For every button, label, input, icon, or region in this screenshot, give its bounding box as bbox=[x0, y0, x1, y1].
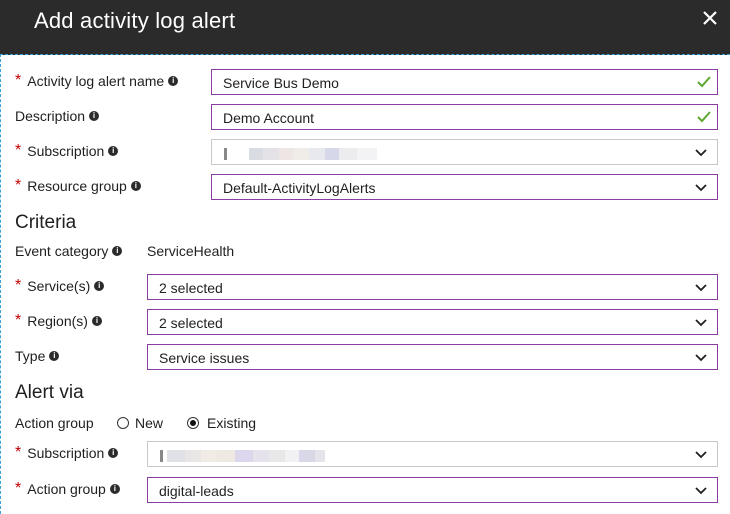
resource-group-label: Resource group bbox=[27, 178, 127, 194]
alert-via-heading: Alert via bbox=[15, 382, 84, 403]
action-group-choice-label: Action group bbox=[15, 415, 94, 431]
info-icon[interactable]: i bbox=[109, 484, 120, 494]
regions-value: 2 selected bbox=[159, 315, 223, 331]
event-category-label: Event category bbox=[15, 243, 109, 259]
required-asterisk: * bbox=[15, 277, 22, 294]
alert-subscription-select[interactable] bbox=[147, 441, 718, 467]
alert-name-input[interactable]: Service Bus Demo bbox=[211, 69, 718, 95]
alert-subscription-label-group: * Subscription i bbox=[15, 444, 119, 461]
redacted-value bbox=[224, 148, 377, 160]
alert-name-label-group: * Activity log alert name i bbox=[15, 72, 179, 89]
type-label: Type bbox=[15, 348, 46, 364]
info-icon[interactable]: i bbox=[49, 351, 60, 361]
info-icon[interactable]: i bbox=[108, 146, 119, 156]
description-row: Description i Demo Account bbox=[0, 104, 730, 132]
chevron-down-icon bbox=[695, 451, 707, 459]
action-group-choice-row: Action group New Existing bbox=[0, 411, 730, 439]
action-group-label: Action group bbox=[27, 481, 106, 497]
description-input[interactable]: Demo Account bbox=[211, 104, 718, 130]
services-value: 2 selected bbox=[159, 280, 223, 296]
services-row: * Service(s) i 2 selected bbox=[0, 274, 730, 302]
required-asterisk: * bbox=[15, 444, 22, 461]
subscription-row: * Subscription i bbox=[0, 139, 730, 167]
info-icon[interactable]: i bbox=[108, 448, 119, 458]
info-icon[interactable]: i bbox=[91, 316, 102, 326]
required-asterisk: * bbox=[15, 480, 22, 497]
required-asterisk: * bbox=[15, 72, 22, 89]
blade-title: Add activity log alert bbox=[34, 8, 236, 33]
chevron-down-icon bbox=[695, 149, 707, 157]
radio-new-label: New bbox=[135, 415, 164, 431]
info-icon[interactable]: i bbox=[112, 246, 123, 256]
subscription-label-group: * Subscription i bbox=[15, 142, 119, 159]
close-icon[interactable] bbox=[702, 10, 718, 26]
resource-group-row: * Resource group i Default-ActivityLogAl… bbox=[0, 174, 730, 202]
alert-subscription-label: Subscription bbox=[27, 445, 105, 461]
services-label: Service(s) bbox=[27, 278, 91, 294]
services-label-group: * Service(s) i bbox=[15, 277, 105, 294]
info-icon[interactable]: i bbox=[94, 281, 105, 291]
chevron-down-icon bbox=[695, 354, 707, 362]
resource-group-value: Default-ActivityLogAlerts bbox=[223, 180, 376, 196]
chevron-down-icon bbox=[695, 284, 707, 292]
resource-group-label-group: * Resource group i bbox=[15, 178, 141, 194]
subscription-select[interactable] bbox=[211, 139, 718, 165]
event-category-row: Event category i ServiceHealth bbox=[0, 239, 730, 267]
chevron-down-icon bbox=[695, 184, 707, 192]
type-select[interactable]: Service issues bbox=[147, 344, 718, 370]
description-label-group: Description i bbox=[15, 108, 100, 124]
alert-subscription-row: * Subscription i bbox=[0, 441, 730, 469]
description-label: Description bbox=[15, 108, 86, 124]
action-group-value: digital-leads bbox=[159, 483, 234, 499]
regions-label: Region(s) bbox=[27, 313, 88, 329]
type-label-group: Type i bbox=[15, 348, 60, 364]
required-asterisk: * bbox=[15, 177, 22, 194]
radio-new-button[interactable] bbox=[117, 417, 129, 429]
subscription-label: Subscription bbox=[27, 143, 105, 159]
alert-name-row: * Activity log alert name i Service Bus … bbox=[0, 69, 730, 97]
regions-label-group: * Region(s) i bbox=[15, 313, 102, 329]
info-icon[interactable]: i bbox=[168, 76, 179, 86]
regions-select[interactable]: 2 selected bbox=[147, 309, 718, 335]
type-row: Type i Service issues bbox=[0, 344, 730, 372]
radio-existing-button[interactable] bbox=[187, 417, 199, 429]
regions-row: * Region(s) i 2 selected bbox=[0, 309, 730, 337]
event-category-value: ServiceHealth bbox=[147, 243, 235, 259]
chevron-down-icon bbox=[695, 319, 707, 327]
services-select[interactable]: 2 selected bbox=[147, 274, 718, 300]
radio-new[interactable]: New bbox=[117, 415, 163, 431]
action-group-label-group: * Action group i bbox=[15, 481, 120, 497]
chevron-down-icon bbox=[695, 487, 707, 495]
action-group-choice-label-group: Action group bbox=[15, 415, 94, 431]
radio-existing-label: Existing bbox=[207, 415, 257, 431]
resource-group-select[interactable]: Default-ActivityLogAlerts bbox=[211, 174, 718, 200]
criteria-heading: Criteria bbox=[15, 212, 77, 233]
type-value: Service issues bbox=[159, 350, 250, 366]
description-value: Demo Account bbox=[223, 110, 315, 126]
required-asterisk: * bbox=[15, 312, 22, 329]
info-icon[interactable]: i bbox=[89, 111, 100, 121]
checkmark-icon bbox=[697, 111, 711, 123]
redacted-value bbox=[160, 450, 325, 462]
action-group-select[interactable]: digital-leads bbox=[147, 477, 718, 503]
checkmark-icon bbox=[697, 76, 711, 88]
alert-name-label: Activity log alert name bbox=[27, 73, 165, 89]
info-icon[interactable]: i bbox=[130, 181, 141, 191]
action-group-row: * Action group i digital-leads bbox=[0, 477, 730, 505]
radio-existing[interactable]: Existing bbox=[187, 415, 256, 431]
event-category-label-group: Event category i bbox=[15, 243, 123, 259]
required-asterisk: * bbox=[15, 142, 22, 159]
alert-name-value: Service Bus Demo bbox=[223, 75, 339, 91]
blade-header: Add activity log alert bbox=[0, 0, 730, 55]
